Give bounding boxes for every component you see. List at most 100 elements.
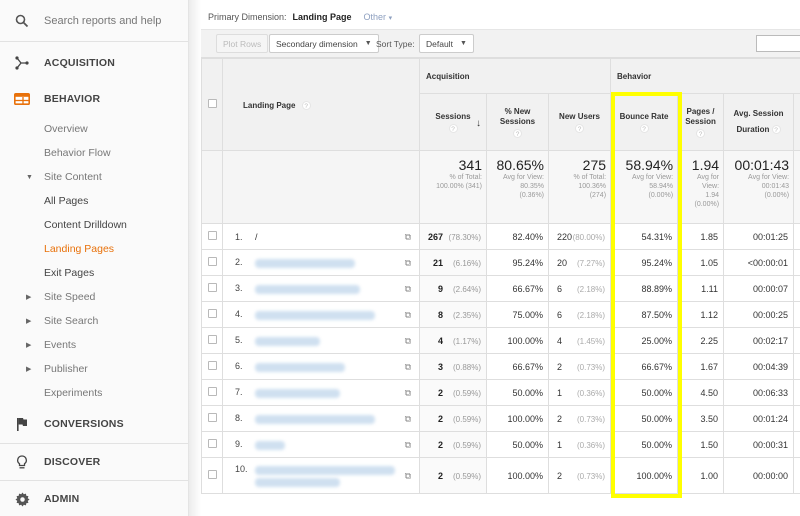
primary-dimension-bar: Primary Dimension: Landing Page Other ▾ [208, 12, 392, 22]
sidebar-item-label: Landing Pages [44, 243, 115, 255]
open-external-icon[interactable]: ⧉ [405, 309, 411, 320]
bounce-rate-cell: 50.00% [610, 431, 679, 458]
overflow-cell [793, 223, 800, 250]
sidebar-item-content-drilldown[interactable]: Content Drilldown [0, 213, 188, 237]
sidebar-section-label: ACQUISITION [44, 57, 116, 69]
total-sub: View: [702, 183, 720, 190]
col-new-users[interactable]: New Users ? [547, 93, 612, 151]
sidebar-item-site-search[interactable]: ▶ Site Search [0, 309, 188, 333]
sidebar-item-site-speed[interactable]: ▶ Site Speed [0, 285, 188, 309]
sidebar-section-acquisition[interactable]: ACQUISITION [0, 45, 188, 81]
sidebar-item-events[interactable]: ▶ Events [0, 333, 188, 357]
help-icon[interactable]: ? [771, 125, 781, 134]
open-external-icon[interactable]: ⧉ [405, 387, 411, 398]
sidebar-item-label: Overview [44, 123, 88, 135]
sessions-value: 2 [437, 413, 443, 424]
sort-type-dropdown[interactable]: Default ▼ [419, 34, 474, 53]
landing-page-cell: 5. ⧉ [222, 327, 420, 354]
open-external-icon[interactable]: ⧉ [405, 413, 411, 424]
table-row: 8. ⧉ 2 (0.59%) 100.00% 2 (0.73%) 50.00% 3.… [201, 405, 800, 432]
total-value: 1.94 [691, 157, 720, 173]
open-external-icon[interactable]: ⧉ [405, 470, 411, 481]
col-avg-session-duration[interactable]: Avg. Session Duration ? [723, 93, 795, 151]
row-checkbox[interactable] [207, 470, 217, 479]
total-sessions: 341 % of Total: 100.00% (341) [419, 150, 487, 224]
sidebar-section-discover[interactable]: DISCOVER [0, 444, 188, 480]
acquisition-icon [0, 56, 44, 70]
help-icon[interactable]: ? [639, 123, 649, 133]
row-checkbox[interactable] [207, 231, 217, 240]
sidebar-item-publisher[interactable]: ▶ Publisher [0, 357, 188, 381]
open-external-icon[interactable]: ⧉ [405, 231, 411, 242]
row-select-cell [201, 223, 223, 250]
redacted-text [255, 336, 320, 346]
sessions-value: 21 [432, 257, 443, 268]
open-external-icon[interactable]: ⧉ [405, 439, 411, 450]
sidebar-item-label: Site Speed [44, 291, 96, 303]
sidebar-section-behavior[interactable]: BEHAVIOR [0, 81, 188, 117]
open-external-icon[interactable]: ⧉ [405, 361, 411, 372]
col-pct-new-sessions[interactable]: % New Sessions ? [486, 93, 549, 151]
row-checkbox[interactable] [207, 309, 217, 318]
landing-page-link[interactable]: / [255, 232, 258, 242]
open-external-icon[interactable]: ⧉ [405, 257, 411, 268]
new-users-cell: 2 (0.73%) [547, 457, 612, 494]
sort-type-label: Sort Type: [376, 39, 415, 49]
col-pages-session[interactable]: Pages / Session ? [677, 93, 725, 151]
help-icon[interactable]: ? [575, 123, 585, 133]
plot-rows-button[interactable]: Plot Rows [216, 34, 269, 53]
sidebar-section-label: DISCOVER [44, 456, 101, 468]
sidebar-item-all-pages[interactable]: All Pages [0, 189, 188, 213]
open-external-icon[interactable]: ⧉ [405, 335, 411, 346]
primary-dimension-other[interactable]: Other ▾ [364, 12, 393, 22]
new-users-value: 6 [557, 309, 563, 320]
new-users-pct: (80.00%) [572, 232, 606, 242]
row-select-cell [201, 275, 223, 302]
row-checkbox[interactable] [207, 361, 217, 370]
sidebar-item-exit-pages[interactable]: Exit Pages [0, 261, 188, 285]
new-users-pct: (7.27%) [577, 258, 606, 268]
pct-new-value: 95.24% [512, 257, 543, 268]
new-users-pct: (2.18%) [577, 310, 606, 320]
row-checkbox[interactable] [207, 283, 217, 292]
help-icon[interactable]: ? [448, 123, 458, 133]
sidebar-item-experiments[interactable]: Experiments [0, 381, 188, 405]
pages-session-value: 1.11 [701, 283, 719, 294]
sidebar-section-conversions[interactable]: CONVERSIONS [0, 405, 188, 443]
row-checkbox[interactable] [207, 257, 217, 266]
search-input[interactable]: Search reports and help [44, 15, 161, 27]
new-users-pct: (0.36%) [577, 388, 606, 398]
help-icon[interactable]: ? [513, 128, 522, 138]
sort-desc-arrow-icon[interactable]: ↓ [476, 118, 481, 129]
row-checkbox[interactable] [207, 439, 217, 448]
redacted-text [255, 388, 340, 398]
primary-dimension-current[interactable]: Landing Page [293, 12, 352, 22]
sidebar-item-landing-pages[interactable]: Landing Pages [0, 237, 188, 261]
table-search-input[interactable] [756, 35, 800, 52]
open-external-icon[interactable]: ⧉ [405, 283, 411, 294]
help-icon[interactable]: ? [301, 101, 311, 110]
redacted-page-path [255, 335, 320, 346]
sidebar-item-behavior-flow[interactable]: Behavior Flow [0, 141, 188, 165]
row-checkbox[interactable] [207, 413, 217, 422]
secondary-dimension-dropdown[interactable]: Secondary dimension ▼ [269, 34, 379, 53]
report-main: Primary Dimension: Landing Page Other ▾ … [201, 0, 800, 516]
select-all-checkbox[interactable] [207, 99, 217, 108]
sidebar-shadow [189, 0, 201, 516]
row-select-cell [201, 405, 223, 432]
help-icon[interactable]: ? [696, 128, 706, 138]
sidebar-search[interactable]: Search reports and help [0, 0, 188, 42]
col-bounce-rate[interactable]: Bounce Rate ? [610, 93, 679, 151]
sidebar-item-site-content[interactable]: ▼ Site Content [0, 165, 188, 189]
avg-duration-value: 00:00:07 [752, 283, 789, 294]
landing-page-cell: 6. ⧉ [222, 353, 420, 380]
caret-down-icon: ▼ [459, 40, 467, 47]
new-users-value: 220 [557, 231, 573, 242]
sessions-pct: (0.59%) [452, 440, 481, 450]
sidebar-item-overview[interactable]: Overview [0, 117, 188, 141]
col-sessions[interactable]: Sessions ? ↓ [419, 93, 487, 151]
sidebar-section-admin[interactable]: ADMIN [0, 481, 188, 516]
col-landing-page[interactable]: Landing Page ? [222, 58, 420, 151]
row-checkbox[interactable] [207, 335, 217, 344]
row-checkbox[interactable] [207, 387, 217, 396]
